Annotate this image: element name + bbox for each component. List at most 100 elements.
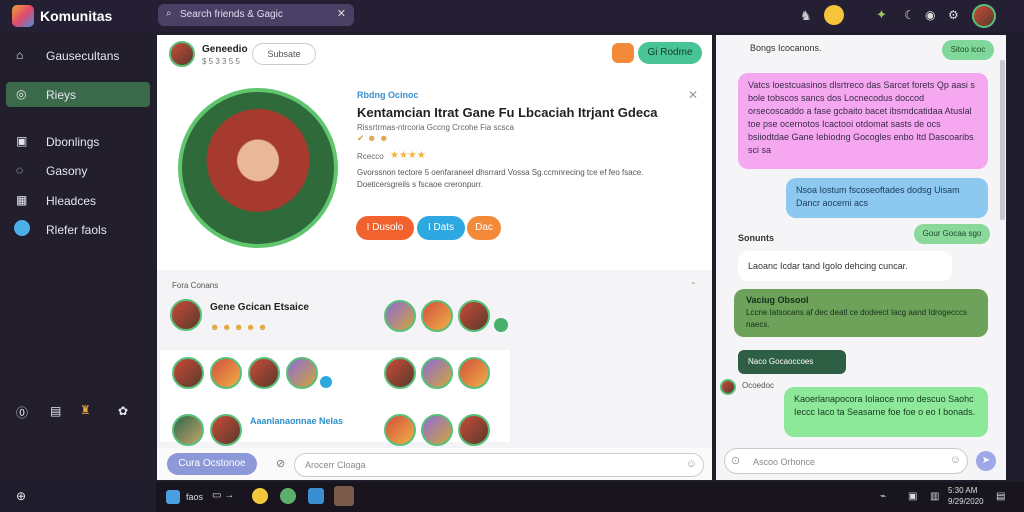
chat-green-pill-label: Gour Gocaa sgo xyxy=(922,229,982,238)
top-bar xyxy=(0,0,1024,32)
author-name[interactable]: Geneedio xyxy=(202,44,248,55)
friend-avatar[interactable] xyxy=(421,357,453,389)
home-icon: ⌂ xyxy=(16,48,24,62)
friend-avatar[interactable] xyxy=(421,300,453,332)
sidebar-item-dbonlings[interactable]: ▣ Dbonlings xyxy=(6,130,150,152)
rating-label: Rcecco xyxy=(357,152,384,161)
emoji-picker-icon[interactable]: ☺ xyxy=(686,458,697,470)
collapse-icon[interactable]: ⌃ xyxy=(690,281,697,290)
bag-icon: ▣ xyxy=(16,134,28,148)
sidebar-item-rlefer[interactable]: Rlefer faols xyxy=(6,218,150,240)
chat-status-label: Sitoo icoc xyxy=(950,45,986,54)
logout-icon[interactable]: ⊕ xyxy=(16,489,26,503)
friend-avatar[interactable] xyxy=(210,414,242,446)
friend-avatar[interactable] xyxy=(458,300,490,332)
window-icon[interactable]: ▭ → xyxy=(212,490,234,501)
chat-input[interactable]: ⊙ Ascoo Orhonce ☺ xyxy=(724,448,968,474)
sidebar-item-gasony[interactable]: ◌ Gasony xyxy=(6,159,150,181)
magic-icon[interactable]: ✦ xyxy=(876,7,887,23)
chat-input-placeholder: Ascoo Orhonce xyxy=(753,457,816,467)
volume-icon[interactable]: ▥ xyxy=(930,491,939,502)
sidebar-item-hleadces[interactable]: ▦ Hleadces xyxy=(6,189,150,211)
friend-avatar[interactable] xyxy=(421,414,453,446)
flame-icon[interactable]: ♞ xyxy=(800,8,812,24)
chat-scrollbar[interactable] xyxy=(1000,60,1005,220)
create-post-button[interactable]: Cura Ocstonoe xyxy=(167,453,257,475)
emoji-reactions-icon[interactable]: ✔ ☻ ☻ xyxy=(357,133,388,144)
sidebar-item-label: Gausecultans xyxy=(46,49,120,63)
play-icon[interactable] xyxy=(494,318,508,332)
bell-icon[interactable]: ✿ xyxy=(118,404,128,418)
game-app-icon[interactable] xyxy=(334,486,354,506)
featured-friend-name[interactable]: Gene Gcican Etsaice xyxy=(210,302,309,313)
character-image xyxy=(178,88,338,248)
primary-action-label: I Dusolo xyxy=(366,222,404,233)
friend-avatar[interactable] xyxy=(458,357,490,389)
notifications-icon[interactable]: ▤ xyxy=(996,491,1005,502)
network-icon[interactable]: ⌁ xyxy=(880,491,886,502)
chat-bubble-green: Kaoerlanapocora Iolaoce nmo descuo Saohc… xyxy=(784,387,988,437)
post-meta: Rissrtrmas-ntrcoria Gccng Crcohe Fia scs… xyxy=(357,123,514,132)
help-icon[interactable]: ⓪ xyxy=(16,404,28,421)
tertiary-action-button[interactable]: Dac xyxy=(467,216,501,240)
author-avatar[interactable] xyxy=(169,41,195,67)
chat-user-avatar[interactable] xyxy=(720,379,736,395)
sidebar-item-home[interactable]: ⌂ Gausecultans xyxy=(6,44,150,68)
start-icon[interactable] xyxy=(166,490,180,504)
app-shortcut-icon[interactable] xyxy=(252,488,268,504)
friend-avatar[interactable] xyxy=(458,414,490,446)
chat-attach-icon[interactable]: ⊙ xyxy=(731,454,740,467)
clock-date[interactable]: 9/29/2020 xyxy=(948,497,984,506)
chat-bubble-olive: Vaciug Obsool Lccne Iatsocans af dec dea… xyxy=(734,289,988,337)
friend-avatar[interactable] xyxy=(286,357,318,389)
friend-avatar[interactable] xyxy=(172,357,204,389)
chat-icon xyxy=(14,220,30,236)
store-icon[interactable] xyxy=(308,488,324,504)
close-icon[interactable]: ✕ xyxy=(337,7,346,20)
attach-icon[interactable]: ⊘ xyxy=(276,457,285,470)
chat-section-label: Sonunts xyxy=(738,233,774,243)
chat-bubble-olive-title: Vaciug Obsool xyxy=(746,295,809,305)
clock-time[interactable]: 5:30 AM xyxy=(948,486,977,495)
sidebar-item-label: Rieys xyxy=(46,88,77,102)
taskbar-item-label[interactable]: faos xyxy=(186,492,203,502)
chat-header: Bongs Icocanons. xyxy=(750,43,822,53)
chat-bubble-olive-text: Lccne Iatsocans af dec deatl ce dodeect … xyxy=(746,308,968,329)
settings-icon[interactable]: ⚙ xyxy=(948,8,959,22)
chat-small-label: Ocoedoc xyxy=(742,381,775,390)
message-icon[interactable]: ▤ xyxy=(50,404,61,418)
subscribe-button[interactable]: Subsate xyxy=(252,43,316,65)
send-icon[interactable]: ➤ xyxy=(976,451,996,471)
user-avatar[interactable] xyxy=(972,4,996,28)
friend-avatar[interactable] xyxy=(210,357,242,389)
chat-status-pill[interactable]: Sitoo icoc xyxy=(942,40,994,60)
chat-green-pill[interactable]: Gour Gocaa sgo xyxy=(914,224,990,244)
featured-friend-avatar[interactable] xyxy=(170,299,202,331)
trophy-icon[interactable]: ♜ xyxy=(80,403,91,417)
gamepad-icon[interactable]: ◉ xyxy=(925,8,935,22)
friend-avatar[interactable] xyxy=(384,300,416,332)
emoji-icon[interactable] xyxy=(824,5,844,25)
primary-action-button[interactable]: I Dusolo xyxy=(356,216,414,240)
friend-avatar[interactable] xyxy=(384,357,416,389)
notification-icon[interactable] xyxy=(612,43,634,63)
search-bar[interactable]: ⌕ Search friends & Gagic ✕ xyxy=(158,4,354,26)
friend-avatar[interactable] xyxy=(172,414,204,446)
friend-avatar[interactable] xyxy=(384,414,416,446)
chat-dark-pill[interactable]: Naco Gocaoccoes xyxy=(738,350,846,374)
lower-friend-name[interactable]: Aaanlanaonnae Nelas xyxy=(250,416,343,426)
message-input[interactable]: Arocerr Cloaga ☺ xyxy=(294,453,704,477)
featured-friend-badges-icon: ☻ ☻ ☻ ☻ ☻ xyxy=(210,322,268,332)
moon-icon[interactable]: ☾ xyxy=(904,8,915,22)
monitor-icon[interactable]: ▣ xyxy=(908,491,917,502)
friend-avatar[interactable] xyxy=(248,357,280,389)
follow-button[interactable]: Gi Rodme xyxy=(638,42,702,64)
tertiary-action-label: Dac xyxy=(475,222,493,233)
search-input[interactable]: Search friends & Gagic xyxy=(180,9,283,20)
sidebar-item-rieys[interactable]: ◎ Rieys xyxy=(6,82,150,107)
post-tag: Rbdng Ocinoc xyxy=(357,90,419,100)
browser-icon[interactable] xyxy=(280,488,296,504)
post-close-icon[interactable]: ✕ xyxy=(688,88,698,102)
secondary-action-button[interactable]: I Dats xyxy=(417,216,465,240)
chat-emoji-icon[interactable]: ☺ xyxy=(950,454,961,466)
